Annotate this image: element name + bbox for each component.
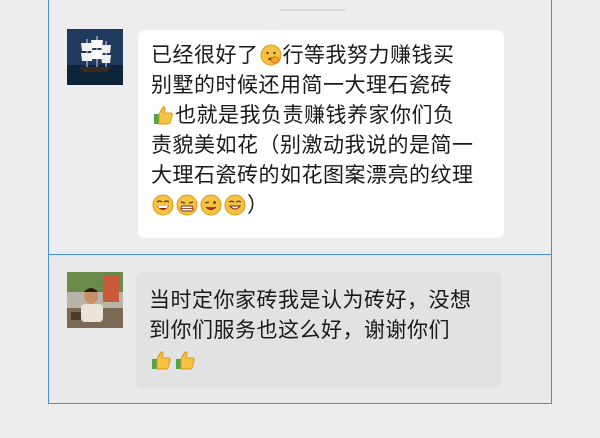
message-text: 到你们服务也这么好，谢谢你们 — [149, 318, 450, 342]
message-text: 大理石瓷砖的如花图案漂亮的纹理 — [151, 163, 474, 187]
message-text: 责貌美如花（别激动我说的是简一 — [151, 133, 474, 157]
message-text: 当时定你家砖我是认为砖好，没想 — [149, 288, 472, 312]
message-bubble-received[interactable]: 当时定你家砖我是认为砖好，没想 到你们服务也这么好，谢谢你们 — [136, 272, 502, 388]
emoji-wink-icon — [200, 194, 222, 216]
thumbs-up-icon — [174, 349, 196, 371]
emoji-embarrassed-icon — [260, 44, 282, 66]
message-text: 已经很好了 — [151, 43, 259, 67]
person-photo-avatar[interactable] — [67, 272, 123, 328]
message-bubble-received[interactable]: 已经很好了 行等我努力赚钱买 别墅的时候还用简一大理石瓷砖 也就是我负责赚钱养家你… — [138, 30, 504, 238]
thumbs-up-icon — [152, 104, 174, 126]
emoji-grin-icon — [176, 194, 198, 216]
message-text: 也就是我负责赚钱养家你们负 — [175, 103, 455, 127]
scroll-indicator — [280, 9, 346, 11]
emoji-smile-icon — [224, 194, 246, 216]
message-divider — [48, 254, 552, 255]
thumbs-up-icon — [150, 349, 172, 371]
message-text: 别墅的时候还用简一大理石瓷砖 — [151, 73, 452, 97]
sailing-ship-avatar[interactable] — [67, 29, 123, 85]
message-text: 行等我努力赚钱买 — [282, 43, 455, 67]
message-text: ） — [247, 193, 269, 217]
emoji-laugh-icon — [152, 194, 174, 216]
